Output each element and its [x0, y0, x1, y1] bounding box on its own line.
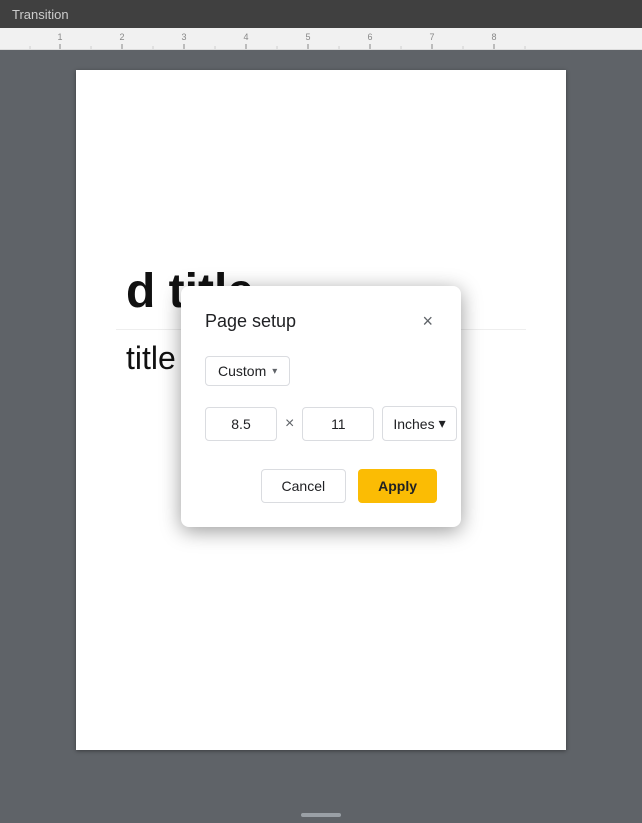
modal-header: Page setup ×	[205, 310, 437, 332]
width-input[interactable]	[205, 407, 277, 441]
page-setup-dialog: Page setup × Custom ▾ × Inches ▾	[181, 286, 461, 527]
svg-text:1: 1	[57, 32, 62, 42]
preset-dropdown-button[interactable]: Custom ▾	[205, 356, 290, 386]
svg-text:7: 7	[429, 32, 434, 42]
app-title: Transition	[12, 7, 69, 22]
svg-text:8: 8	[491, 32, 496, 42]
top-bar: Transition	[0, 0, 642, 28]
modal-title: Page setup	[205, 311, 296, 332]
preset-select: Custom ▾	[205, 356, 437, 386]
unit-dropdown-button[interactable]: Inches ▾	[382, 406, 456, 441]
unit-label: Inches	[393, 416, 434, 432]
cancel-button[interactable]: Cancel	[261, 469, 347, 503]
dimension-separator: ×	[285, 415, 294, 433]
scroll-handle[interactable]	[301, 813, 341, 817]
svg-text:4: 4	[243, 32, 248, 42]
action-row: Cancel Apply	[205, 469, 437, 503]
preset-label: Custom	[218, 363, 266, 379]
svg-text:5: 5	[305, 32, 310, 42]
ruler-svg: 1 2 3 4 5 6 7 8	[0, 28, 642, 49]
chevron-down-icon: ▾	[272, 366, 277, 377]
page-subtitle-text: title	[126, 340, 176, 376]
svg-text:6: 6	[367, 32, 372, 42]
dimensions-row: × Inches ▾	[205, 406, 437, 441]
canvas-area: d title title Page setup × Custom ▾	[0, 50, 642, 823]
height-input[interactable]	[302, 407, 374, 441]
close-button[interactable]: ×	[418, 310, 437, 332]
ruler: 1 2 3 4 5 6 7 8	[0, 28, 642, 50]
apply-button[interactable]: Apply	[358, 469, 437, 503]
svg-text:3: 3	[181, 32, 186, 42]
svg-text:2: 2	[119, 32, 124, 42]
unit-chevron-icon: ▾	[439, 415, 446, 432]
